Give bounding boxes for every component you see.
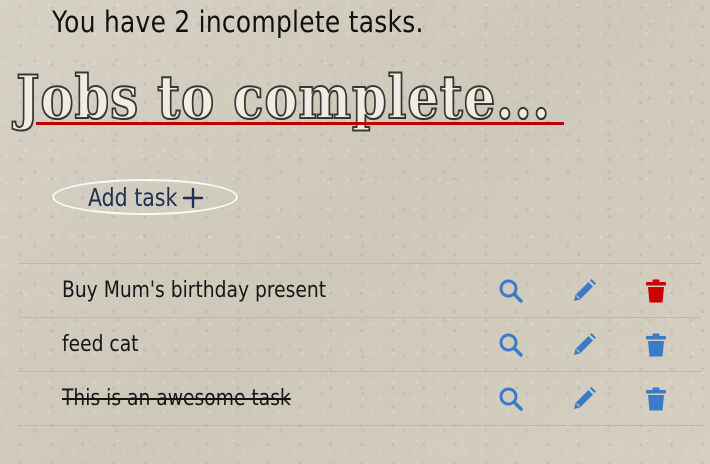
task-row: Buy Mum's birthday present: [18, 264, 702, 318]
trash-icon: [646, 387, 666, 411]
search-icon: [499, 387, 523, 411]
delete-task-button[interactable]: [643, 386, 669, 412]
edit-task-button[interactable]: [571, 332, 597, 358]
view-task-button[interactable]: [498, 386, 524, 412]
task-list: Buy Mum's birthday present feed cat This…: [18, 263, 702, 426]
delete-task-button[interactable]: [643, 332, 669, 358]
edit-task-button[interactable]: [571, 386, 597, 412]
add-task-label: Add task: [88, 183, 178, 212]
task-text-completed: This is an awesome task: [62, 386, 291, 411]
pencil-icon: [574, 333, 596, 355]
incomplete-count-text: You have 2 incomplete tasks.: [52, 5, 424, 39]
add-task-button[interactable]: Add task: [52, 179, 238, 215]
task-row: This is an awesome task: [18, 372, 702, 426]
edit-task-button[interactable]: [571, 278, 597, 304]
plus-icon: [182, 187, 204, 209]
view-task-button[interactable]: [498, 332, 524, 358]
task-row: feed cat: [18, 318, 702, 372]
pencil-icon: [574, 279, 596, 301]
search-icon: [499, 279, 523, 303]
trash-icon: [646, 279, 666, 303]
task-text: feed cat: [62, 332, 139, 357]
delete-task-button[interactable]: [643, 278, 669, 304]
search-icon: [499, 333, 523, 357]
view-task-button[interactable]: [498, 278, 524, 304]
pencil-icon: [574, 387, 596, 409]
task-text: Buy Mum's birthday present: [62, 278, 327, 303]
trash-icon: [646, 333, 666, 357]
title-underline: [36, 122, 564, 125]
